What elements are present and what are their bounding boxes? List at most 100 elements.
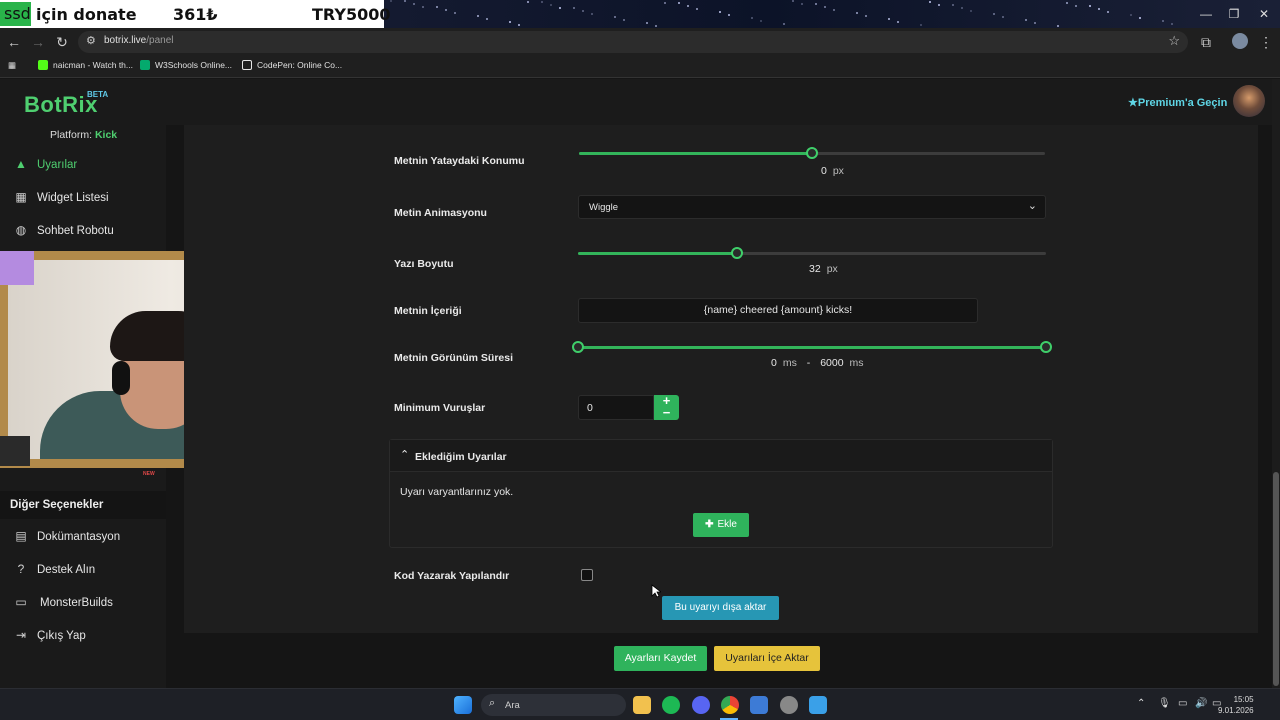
star-decoration (413, 3, 415, 5)
star-decoration (1139, 17, 1141, 19)
star-decoration (952, 4, 954, 6)
star-decoration (728, 14, 730, 16)
tray-overflow-icon[interactable]: ⌃ (1137, 698, 1145, 709)
bookmark-star-icon[interactable]: ☆ (1168, 33, 1180, 49)
avatar[interactable] (1233, 85, 1265, 117)
horizontal-position-slider[interactable] (579, 147, 1045, 159)
close-icon[interactable]: ✕ (1248, 0, 1280, 28)
laptop-icon: ▭ (15, 595, 27, 609)
menu-icon[interactable]: ⋮ (1256, 32, 1276, 52)
star-decoration (1107, 11, 1109, 13)
star-decoration (559, 7, 561, 9)
star-decoration (1075, 5, 1077, 7)
sidebar-item-docs[interactable]: ▤ Dokümantasyon (0, 523, 166, 551)
star-decoration (477, 15, 479, 17)
bookmark-item[interactable]: W3Schools Online... (140, 60, 232, 70)
spotify-icon[interactable] (662, 696, 680, 714)
extensions-icon[interactable]: ⧉ (1196, 32, 1216, 52)
star-decoration (1025, 19, 1027, 21)
text-content-input[interactable]: {name} cheered {amount} kicks! (578, 298, 978, 323)
star-decoration (541, 1, 543, 3)
star-decoration (1089, 5, 1091, 7)
address-bar[interactable]: ⚙ botrix.live/panel ☆ (78, 31, 1188, 53)
discord-icon[interactable] (692, 696, 710, 714)
chrome-icon[interactable] (721, 696, 739, 714)
decrement-button[interactable]: − (654, 406, 679, 419)
back-icon[interactable]: ← (4, 32, 24, 52)
star-decoration (390, 0, 392, 2)
taskbar-search[interactable]: ⌕ Ara (481, 694, 626, 716)
slider-handle[interactable] (806, 147, 818, 159)
star-decoration (888, 18, 890, 20)
sidebar-item-monsterbuilds[interactable]: ▭ MonsterBuilds (0, 589, 166, 617)
display-duration-slider[interactable] (572, 341, 1052, 353)
star-decoration (664, 2, 666, 4)
add-variant-button[interactable]: ✚ Ekle (693, 513, 749, 537)
windows-taskbar: ⌕ Ara ⌃ 🎙 ▭ 🔊 ▭ 15:05 9.01.2026 (0, 688, 1280, 720)
donation-badge: ssd (0, 2, 31, 26)
alert-variants-header[interactable]: ⌃ Eklediğim Uyarılar (390, 440, 1052, 472)
microphone-icon[interactable]: 🎙 (1158, 698, 1171, 709)
new-badge: NEW (143, 471, 155, 477)
star-decoration (1130, 14, 1132, 16)
chevron-up-icon: ⌃ (400, 449, 410, 461)
restore-icon[interactable]: ❐ (1218, 0, 1250, 28)
forward-icon[interactable]: → (28, 32, 48, 52)
star-decoration (938, 4, 940, 6)
font-size-slider[interactable] (578, 247, 1046, 259)
star-decoration (623, 19, 625, 21)
scrollbar-thumb[interactable] (1273, 472, 1279, 686)
site-info-icon[interactable]: ⚙ (86, 34, 96, 47)
text-animation-select[interactable]: Wiggle ⌄ (578, 195, 1046, 219)
file-explorer-icon[interactable] (633, 696, 651, 714)
sidebar-item-chatbot[interactable]: ◍ Sohbet Robotu (0, 217, 166, 245)
minimum-hits-stepper[interactable]: + − (654, 394, 679, 420)
donation-goal: TRY5000 (312, 5, 391, 24)
network-icon[interactable]: ▭ (1178, 698, 1187, 709)
star-decoration (655, 25, 657, 27)
star-decoration (509, 21, 511, 23)
enderman-figure (0, 436, 30, 466)
export-alert-button[interactable]: Bu uyarıyı dışa aktar (662, 596, 779, 620)
star-decoration (614, 16, 616, 18)
sidebar-item-support[interactable]: ? Destek Alın (0, 556, 166, 584)
app-icon[interactable] (750, 696, 768, 714)
volume-icon[interactable]: 🔊 (1195, 698, 1207, 709)
slider-handle-max[interactable] (1040, 341, 1052, 353)
taskbar-clock[interactable]: 15:05 9.01.2026 (1218, 694, 1254, 716)
chevron-down-icon: ⌄ (1027, 200, 1037, 212)
code-config-label: Kod Yazarak Yapılandır (394, 570, 510, 582)
star-decoration (1162, 20, 1164, 22)
star-decoration (1034, 22, 1036, 24)
sidebar-item-widgets[interactable]: ▦ Widget Listesi (0, 184, 166, 212)
question-icon: ? (17, 562, 25, 576)
sidebar-item-alerts[interactable]: ▲ Uyarılar (0, 151, 166, 179)
save-settings-button[interactable]: Ayarları Kaydet (614, 646, 707, 671)
star-decoration (833, 9, 835, 11)
bookmark-item[interactable]: CodePen: Online Co... (242, 60, 342, 70)
obs-icon[interactable] (780, 696, 798, 714)
photos-icon[interactable] (809, 696, 827, 714)
donation-banner: ssd için donate 361₺ TRY5000 (0, 0, 390, 28)
bookmark-item[interactable]: naicman - Watch th... (38, 60, 133, 70)
minimum-hits-label: Minimum Vuruşlar (394, 402, 486, 414)
reload-icon[interactable]: ↻ (52, 32, 72, 52)
import-alerts-button[interactable]: Uyarıları İçe Aktar (714, 646, 820, 671)
star-decoration (961, 7, 963, 9)
minimum-hits-input[interactable]: 0 (578, 395, 654, 420)
star-decoration (719, 11, 721, 13)
code-config-checkbox[interactable] (581, 569, 593, 581)
star-decoration (436, 6, 438, 8)
apps-icon[interactable]: ▦ (8, 60, 16, 71)
premium-link[interactable]: ★Premium'a Geçin (1128, 96, 1227, 109)
sidebar-item-logout[interactable]: ⇥ Çıkış Yap (0, 622, 166, 650)
scroll-icon: ▤ (15, 529, 27, 543)
profile-icon[interactable] (1232, 33, 1248, 49)
alert-variants-panel: ⌃ Eklediğim Uyarılar Uyarı varyantlarını… (389, 439, 1053, 548)
star-decoration (792, 0, 794, 2)
slider-handle[interactable] (731, 247, 744, 259)
star-decoration (591, 13, 593, 15)
codepen-icon (242, 60, 252, 70)
slider-handle-min[interactable] (572, 341, 584, 353)
windows-start-icon[interactable] (454, 696, 472, 714)
